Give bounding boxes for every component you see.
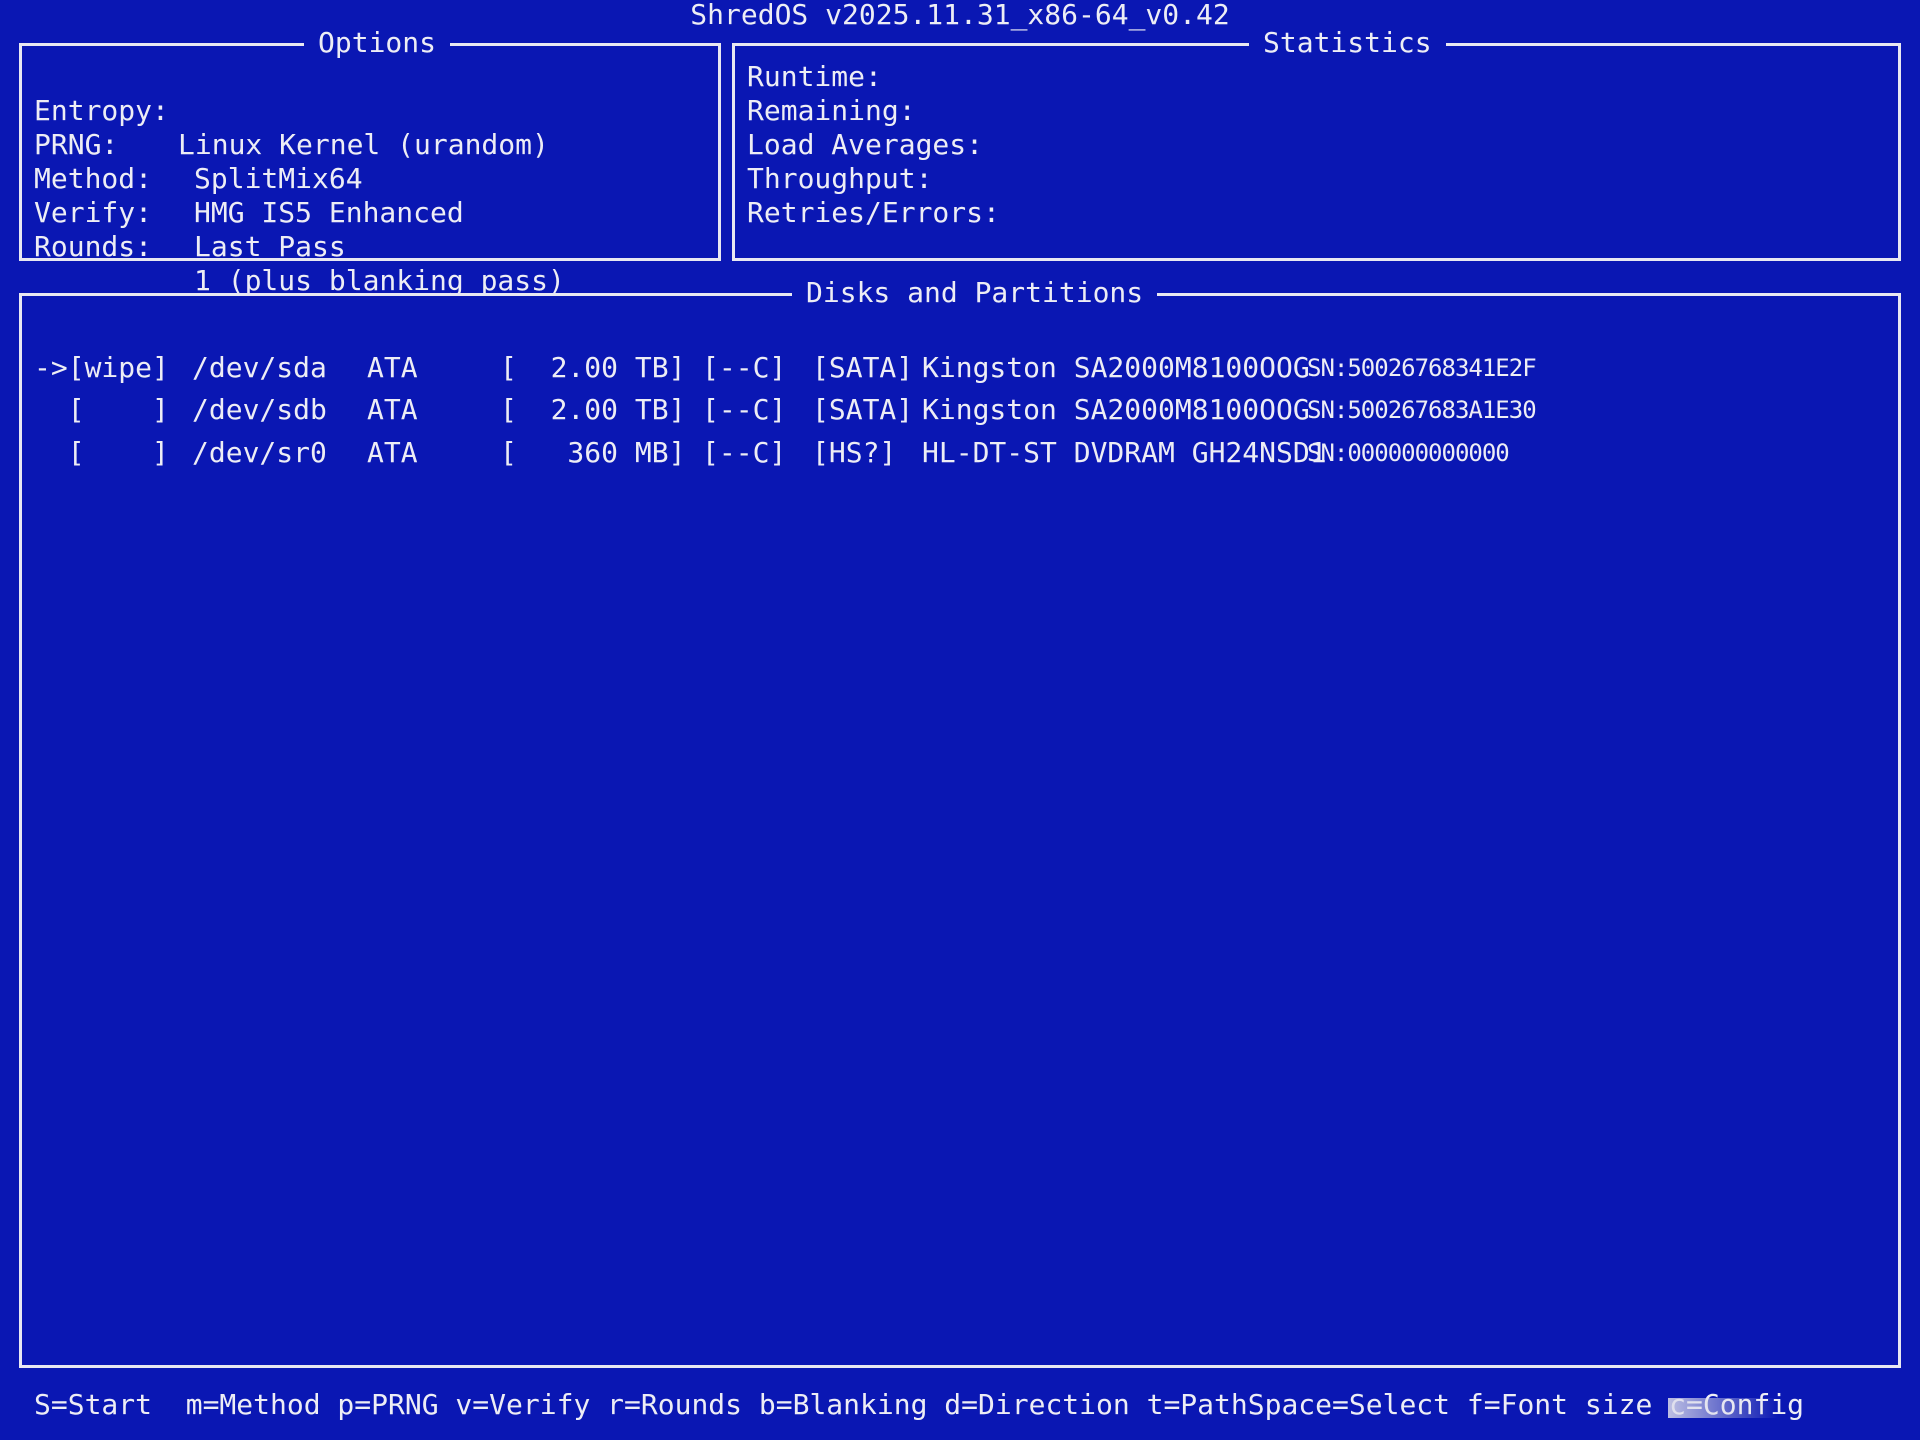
disks-panel-title: Disks and Partitions (792, 276, 1158, 310)
stat-runtime: Runtime: (747, 60, 882, 93)
shredos-screen: ShredOS v2025.11.31_x86-64_v0.42 Options… (0, 0, 1920, 1440)
option-verify-value: Last Pass (194, 230, 346, 263)
disk-row-sr0[interactable]: [ ] /dev/sr0 ATA [ 360 MB] [--C] [HS?] H… (22, 436, 1892, 470)
statistics-panel-title: Statistics (1249, 26, 1446, 60)
cursor-glow (1668, 1398, 1778, 1418)
disk-model: HL-DT-ST DVDRAM GH24NSD1 (922, 436, 1327, 469)
stat-load-averages: Load Averages: (747, 128, 984, 161)
option-rounds-label: Rounds: (34, 230, 153, 263)
option-entropy-value: Linux Kernel (urandom) (178, 128, 549, 161)
disk-serial: SN:000000000000 (1307, 439, 1510, 467)
disk-flags: [--C] (702, 351, 787, 384)
app-title: ShredOS v2025.11.31_x86-64_v0.42 (690, 0, 1230, 31)
statistics-panel: Statistics Runtime: Remaining: Load Aver… (732, 26, 1901, 261)
option-method-value: HMG IS5 Enhanced (194, 196, 464, 229)
disk-interface: [SATA] (812, 351, 914, 384)
footer-key-help: S=Start m=Method p=PRNG v=Verify r=Round… (34, 1388, 1805, 1421)
stat-retries-errors: Retries/Errors: (747, 196, 1000, 229)
disk-serial: SN:500267683A1E30 (1307, 396, 1537, 424)
disks-panel: Disks and Partitions ->[wipe] /dev/sda A… (19, 276, 1901, 1368)
disk-size: [ 360 MB] (500, 436, 686, 469)
stat-remaining: Remaining: (747, 94, 916, 127)
disk-selector[interactable]: ->[wipe] (34, 351, 169, 385)
disk-selector[interactable]: [ ] (34, 436, 169, 470)
disk-interface: [SATA] (812, 393, 914, 426)
disk-device: /dev/sdb (192, 393, 327, 426)
disk-size: [ 2.00 TB] (500, 351, 686, 384)
disk-bus: ATA (367, 351, 418, 384)
disk-serial: SN:50026768341E2F (1307, 354, 1537, 382)
disk-bus: ATA (367, 393, 418, 426)
disk-row-sdb[interactable]: [ ] /dev/sdb ATA [ 2.00 TB] [--C] [SATA]… (22, 393, 1892, 427)
disk-device: /dev/sr0 (192, 436, 327, 469)
disk-interface: [HS?] (812, 436, 897, 469)
disk-row-sda[interactable]: ->[wipe] /dev/sda ATA [ 2.00 TB] [--C] [… (22, 351, 1892, 385)
stat-throughput: Throughput: (747, 162, 933, 195)
disk-model: Kingston SA2000M8100OOG (922, 393, 1310, 426)
disk-flags: [--C] (702, 436, 787, 469)
disk-size: [ 2.00 TB] (500, 393, 686, 426)
disk-flags: [--C] (702, 393, 787, 426)
disk-model: Kingston SA2000M8100OOG (922, 351, 1310, 384)
options-panel-title: Options (304, 26, 451, 60)
options-panel: Options Entropy: Linux Kernel (urandom) … (19, 26, 721, 297)
disk-selector[interactable]: [ ] (34, 393, 169, 427)
option-prng-value: SplitMix64 (194, 162, 363, 195)
disk-device: /dev/sda (192, 351, 327, 384)
disk-bus: ATA (367, 436, 418, 469)
